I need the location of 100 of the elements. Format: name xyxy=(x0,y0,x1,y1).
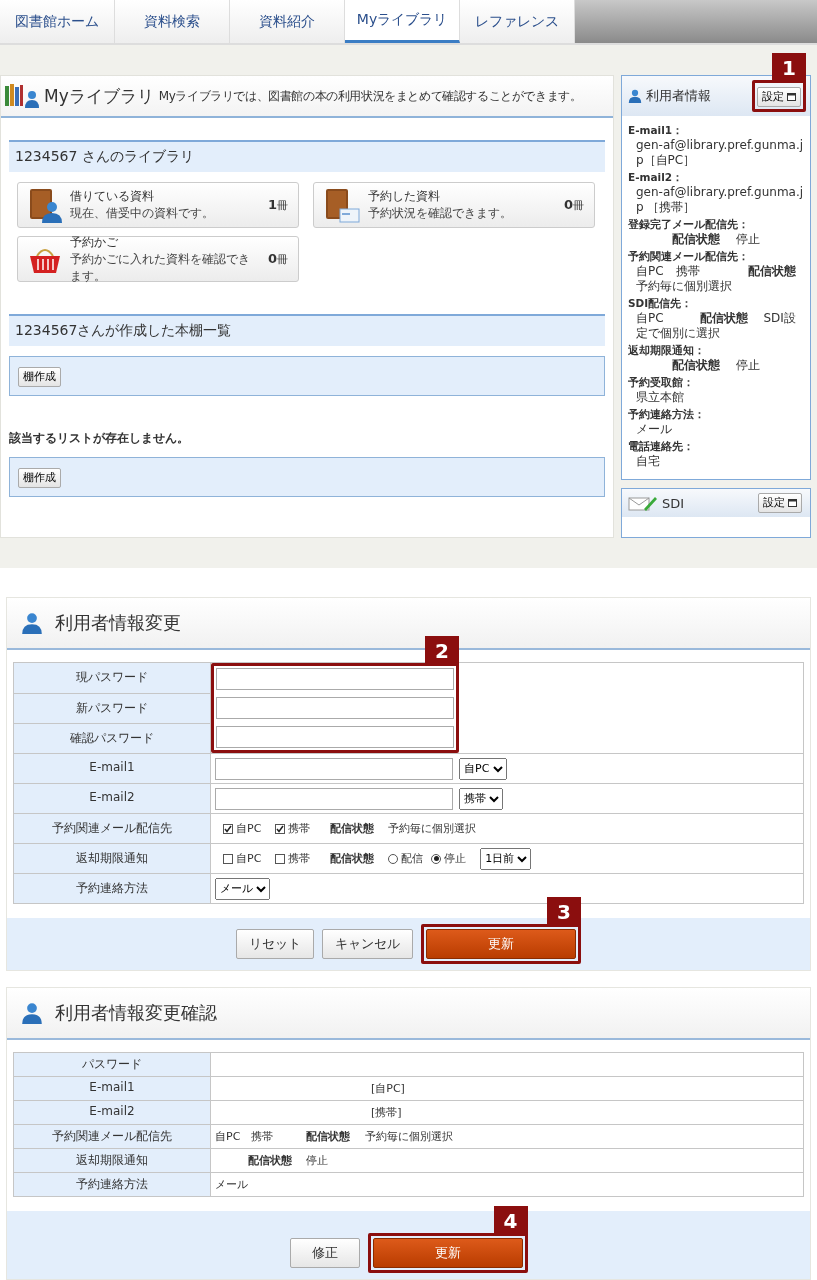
empty-message: 該当するリストが存在しません。 xyxy=(9,430,190,447)
window-icon xyxy=(788,499,797,507)
field-value: [自PC] xyxy=(371,1082,405,1095)
contact-select[interactable]: メール xyxy=(215,877,270,900)
email-field[interactable] xyxy=(215,757,453,780)
info-value: 県立本館 xyxy=(635,390,685,405)
info-value: 配信状態 停止 xyxy=(671,358,761,373)
page-title: Myライブラリ xyxy=(44,84,154,108)
create-shelf-button[interactable]: 棚作成 xyxy=(18,468,61,488)
library-logo-icon xyxy=(5,84,39,108)
panel-title: 利用者情報 xyxy=(646,87,712,105)
card-count: 0冊 xyxy=(267,251,288,267)
field-label: E-mail2 xyxy=(14,784,210,814)
library-card[interactable]: 予約かご 予約かごに入れた資料を確認できます。 0冊 xyxy=(17,236,299,282)
device-select[interactable]: 自PC xyxy=(459,757,507,780)
card-subtitle: 現在、借受中の資料です。 xyxy=(70,205,215,222)
checkbox-label: 自PC xyxy=(236,821,262,837)
nav-tab[interactable]: 資料紹介 xyxy=(230,0,345,43)
person-icon xyxy=(628,89,642,103)
envelope-pencil-icon xyxy=(628,495,658,511)
card-count: 0冊 xyxy=(563,197,584,213)
field-label: 現パスワード xyxy=(14,663,210,693)
info-label: SDI配信先： xyxy=(628,297,694,311)
checkbox[interactable] xyxy=(275,853,286,864)
radio-label: 配信 xyxy=(401,851,424,867)
section-heading: 1234567 さんのライブラリ xyxy=(9,140,605,172)
field-label: 返却期限通知 xyxy=(14,1149,210,1172)
settings-button[interactable]: 設定 xyxy=(758,493,802,513)
update-button[interactable]: 更新 xyxy=(426,929,576,960)
card-title: 借りている資料 xyxy=(70,188,155,205)
info-label: 予約受取館： xyxy=(628,376,695,390)
field-value: メール xyxy=(215,1178,248,1191)
info-label: E-mail1： xyxy=(628,124,685,138)
book-person-icon xyxy=(28,187,62,223)
checkbox[interactable] xyxy=(223,823,233,834)
checkbox-label: 携帯 xyxy=(288,821,311,837)
page-description: Myライブラリでは、図書館の本の利用状況をまとめて確認することができます。 xyxy=(158,87,582,105)
field-label: E-mail1 xyxy=(14,1077,210,1100)
nav-tab[interactable]: Myライブラリ xyxy=(345,0,460,43)
section-heading: 1234567さんが作成した本棚一覧 xyxy=(9,314,605,346)
callout-number: 3 xyxy=(547,897,581,928)
device-select[interactable]: 携帯 xyxy=(459,787,503,810)
field-label: E-mail1 xyxy=(14,754,210,784)
person-icon xyxy=(21,1002,43,1024)
field-label: 予約連絡方法 xyxy=(14,1173,210,1196)
card-title: 予約した資料 xyxy=(368,188,441,205)
info-value: gen-af@library.pref.gunma.jp［自PC］ xyxy=(635,138,804,168)
field-label: 確認パスワード xyxy=(14,724,210,754)
radio-label: 停止 xyxy=(444,851,467,867)
field-label: パスワード xyxy=(14,1053,210,1076)
checkbox[interactable] xyxy=(275,823,286,834)
field-value: [携帯] xyxy=(371,1106,402,1119)
field-value: 自PC 携帯 配信状態 予約毎に個別選択 xyxy=(215,1130,453,1143)
book-card-icon xyxy=(324,187,360,223)
card-title: 予約かご xyxy=(70,233,119,251)
panel-title: 利用者情報変更 xyxy=(55,611,181,636)
form-button[interactable]: キャンセル xyxy=(322,929,413,960)
info-label: 予約連絡方法： xyxy=(628,408,706,422)
checkbox-label: 自PC xyxy=(236,851,262,867)
person-icon xyxy=(21,612,43,635)
callout-number: 4 xyxy=(493,1206,528,1236)
card-count: 1冊 xyxy=(267,197,288,213)
field-label: 予約連絡方法 xyxy=(14,874,210,904)
callout-number: 1 xyxy=(772,53,806,83)
field-label: 予約関連メール配信先 xyxy=(14,1125,210,1148)
password-field[interactable] xyxy=(216,726,454,749)
email-field[interactable] xyxy=(215,787,453,810)
info-value: gen-af@library.pref.gunma.jp ［携帯］ xyxy=(635,185,804,215)
info-value: 配信状態 停止 xyxy=(671,232,761,247)
info-value: 自PC 携帯 配信状態予約毎に個別選択 xyxy=(635,264,797,294)
status-text: 予約毎に個別選択 xyxy=(388,821,477,837)
library-card[interactable]: 予約した資料 予約状況を確認できます。 0冊 xyxy=(313,182,595,228)
field-label: 返却期限通知 xyxy=(14,844,210,874)
nav-tab[interactable]: 図書館ホーム xyxy=(0,0,115,43)
info-label: 登録完了メール配信先： xyxy=(628,218,750,232)
update-button[interactable]: 更新 xyxy=(372,1238,523,1268)
info-label: E-mail2： xyxy=(628,171,685,185)
field-label: 新パスワード xyxy=(14,693,210,724)
card-subtitle: 予約かごに入れた資料を確認できます。 xyxy=(70,250,251,285)
checkbox[interactable] xyxy=(223,853,233,864)
nav-tab[interactable]: 資料検索 xyxy=(115,0,230,43)
timing-select[interactable]: 1日前 xyxy=(480,847,532,870)
library-card[interactable]: 借りている資料 現在、借受中の資料です。 1冊 xyxy=(17,182,299,228)
info-label: 予約関連メール配信先： xyxy=(628,250,750,264)
form-button[interactable]: リセット xyxy=(236,929,314,960)
info-value: 自PC 配信状態 SDI設定で個別に選択 xyxy=(635,311,797,341)
status-label: 配信状態 xyxy=(330,821,375,837)
form-button[interactable]: 修正 xyxy=(289,1238,360,1268)
create-shelf-button[interactable]: 棚作成 xyxy=(18,367,61,387)
field-label: 予約関連メール配信先 xyxy=(14,814,210,844)
password-field[interactable] xyxy=(216,668,454,691)
password-field[interactable] xyxy=(216,697,454,720)
field-label: E-mail2 xyxy=(14,1101,210,1124)
checkbox-label: 携帯 xyxy=(288,851,311,867)
info-label: 電話連絡先： xyxy=(628,440,695,454)
settings-button[interactable]: 設定 xyxy=(757,87,801,107)
nav-tab[interactable]: レファレンス xyxy=(460,0,575,43)
info-label: 返却期限通知： xyxy=(628,344,706,358)
panel-title: 利用者情報変更確認 xyxy=(55,1001,217,1025)
window-icon xyxy=(787,93,796,101)
